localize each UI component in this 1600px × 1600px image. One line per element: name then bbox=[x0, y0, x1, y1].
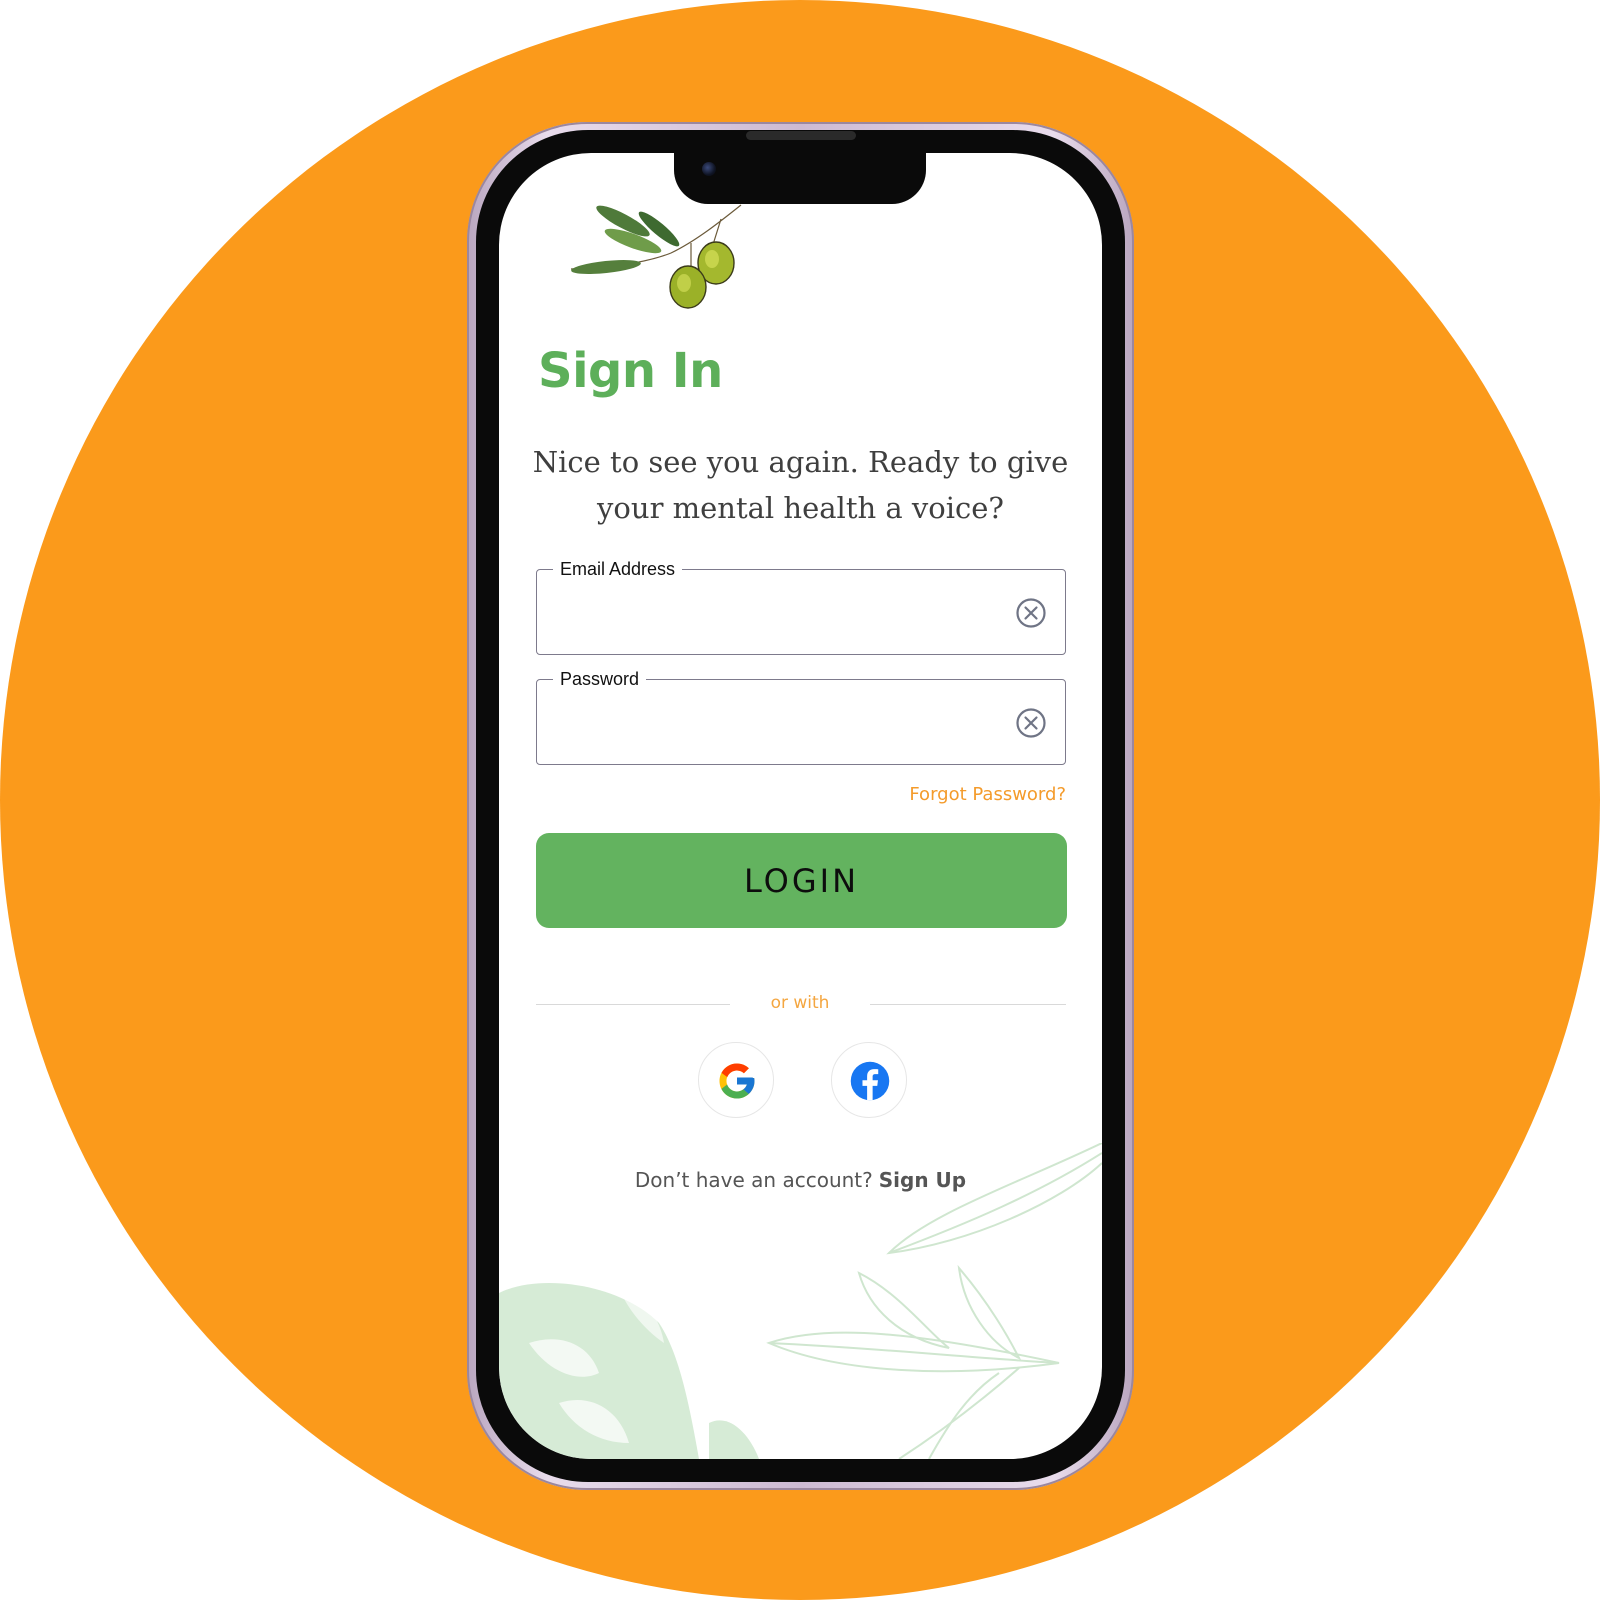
email-field[interactable]: Email Address bbox=[536, 558, 1066, 655]
facebook-icon bbox=[850, 1061, 890, 1101]
or-with-text: or with bbox=[770, 993, 830, 1013]
clear-email-icon[interactable] bbox=[1015, 597, 1047, 629]
facebook-login-button[interactable] bbox=[831, 1042, 907, 1118]
email-input[interactable] bbox=[555, 594, 999, 636]
password-label: Password bbox=[553, 668, 647, 690]
page-subtitle: Nice to see you again. Ready to give you… bbox=[532, 445, 1069, 525]
password-field[interactable]: Password bbox=[536, 668, 1066, 765]
google-login-button[interactable] bbox=[698, 1042, 774, 1118]
phone-speaker bbox=[746, 131, 856, 140]
password-input[interactable] bbox=[555, 704, 999, 746]
email-label: Email Address bbox=[553, 558, 683, 580]
page-title: Sign In bbox=[538, 343, 723, 399]
clear-password-icon[interactable] bbox=[1015, 707, 1047, 739]
google-icon bbox=[719, 1063, 755, 1099]
divider-left bbox=[536, 1004, 730, 1005]
phone-notch bbox=[674, 148, 926, 204]
olive-branch-icon bbox=[571, 204, 742, 309]
stage: Sign In Nice to see you again. Ready to … bbox=[0, 0, 1600, 1600]
login-button[interactable]: LOGIN bbox=[536, 833, 1067, 928]
phone-screen: Sign In Nice to see you again. Ready to … bbox=[499, 153, 1102, 1459]
camera-icon bbox=[702, 162, 716, 176]
leaf-decoration bbox=[499, 1143, 1102, 1459]
divider-right bbox=[870, 1004, 1066, 1005]
forgot-password-link[interactable]: Forgot Password? bbox=[909, 784, 1066, 805]
